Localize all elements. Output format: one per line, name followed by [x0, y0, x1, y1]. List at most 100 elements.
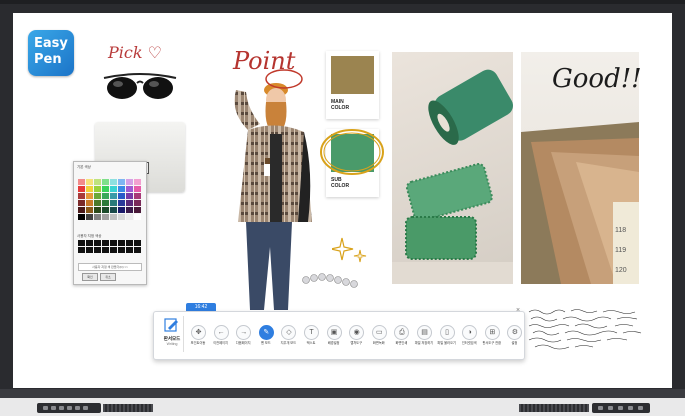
color-swatch[interactable]: [102, 207, 109, 213]
color-swatch[interactable]: [86, 200, 93, 206]
color-swatch[interactable]: [94, 179, 101, 185]
color-swatch[interactable]: [134, 200, 141, 206]
tool-icon: ◇: [281, 325, 297, 340]
custom-color-slot[interactable]: [134, 240, 141, 246]
main-color-swatch: [331, 56, 374, 94]
tool-icon: ▭: [371, 325, 387, 340]
tool-label: 설정: [511, 341, 518, 345]
color-swatch[interactable]: [102, 179, 109, 185]
color-swatch[interactable]: [78, 193, 85, 199]
color-swatch[interactable]: [110, 186, 117, 192]
color-swatch[interactable]: [134, 193, 141, 199]
custom-color-grid[interactable]: [78, 240, 141, 253]
bracelet-image: [302, 273, 358, 288]
custom-color-slot[interactable]: [118, 247, 125, 253]
custom-color-slot[interactable]: [110, 240, 117, 246]
color-swatch[interactable]: [102, 214, 109, 220]
custom-color-slot[interactable]: [134, 247, 141, 253]
color-swatch[interactable]: [118, 179, 125, 185]
tool-button[interactable]: ⚙ 설정: [503, 325, 525, 351]
color-swatch[interactable]: [86, 207, 93, 213]
tool-button[interactable]: ⊞ 판서도구 전환: [481, 325, 503, 351]
color-swatch[interactable]: [94, 200, 101, 206]
color-picker-dialog[interactable]: 기본 색상 사용자 지정 색상 사용자 지정 색 만들기(D) >> 확인 취소: [73, 161, 147, 285]
writing-mode-button[interactable]: 판서모드 Writing: [160, 318, 184, 352]
heart-doodle-icon: ♡: [142, 43, 162, 62]
color-swatch[interactable]: [126, 214, 133, 220]
custom-color-slot[interactable]: [118, 240, 125, 246]
custom-color-slot[interactable]: [86, 247, 93, 253]
color-swatch[interactable]: [118, 214, 125, 220]
color-swatch[interactable]: [126, 179, 133, 185]
tool-button[interactable]: ⎙ 화면인쇄: [390, 325, 412, 351]
tool-button[interactable]: ◉ 캡처도구: [345, 325, 367, 351]
custom-color-slot[interactable]: [126, 247, 133, 253]
tool-button[interactable]: ▯ 파일 불러오기: [436, 325, 458, 351]
svg-text:118: 118: [615, 227, 626, 234]
color-swatch[interactable]: [134, 207, 141, 213]
ok-button[interactable]: 확인: [82, 273, 98, 281]
tool-button[interactable]: ← 이전페이지: [210, 325, 232, 351]
color-swatch[interactable]: [110, 207, 117, 213]
color-swatch[interactable]: [86, 186, 93, 192]
front-ports-left[interactable]: [37, 403, 101, 413]
color-swatch[interactable]: [110, 179, 117, 185]
tool-icon: ⎙: [394, 325, 410, 340]
custom-color-slot[interactable]: [78, 240, 85, 246]
color-swatch[interactable]: [78, 186, 85, 192]
thread-spools-photo: [392, 52, 513, 284]
custom-color-slot[interactable]: [78, 247, 85, 253]
tool-button[interactable]: ◇ 지우개 모드: [277, 325, 299, 351]
basic-color-grid[interactable]: [78, 179, 141, 220]
color-swatch[interactable]: [94, 193, 101, 199]
color-swatch[interactable]: [78, 207, 85, 213]
color-swatch[interactable]: [78, 200, 85, 206]
color-swatch[interactable]: [126, 207, 133, 213]
color-swatch[interactable]: [118, 207, 125, 213]
cancel-button[interactable]: 취소: [100, 273, 116, 281]
custom-color-slot[interactable]: [102, 247, 109, 253]
color-swatch[interactable]: [86, 179, 93, 185]
tool-button[interactable]: ✎ 펜 모드: [255, 325, 277, 351]
color-swatch[interactable]: [110, 193, 117, 199]
color-swatch[interactable]: [102, 193, 109, 199]
color-swatch[interactable]: [134, 179, 141, 185]
custom-color-slot[interactable]: [126, 240, 133, 246]
color-swatch[interactable]: [126, 186, 133, 192]
custom-color-slot[interactable]: [110, 247, 117, 253]
pick-handwriting: Pick ♡: [108, 43, 162, 62]
custom-color-slot[interactable]: [94, 247, 101, 253]
color-swatch[interactable]: [94, 186, 101, 192]
tool-button[interactable]: ✥ 포인트이동: [187, 325, 209, 351]
tool-button[interactable]: ▤ 파일 저장하기: [413, 325, 435, 351]
color-swatch[interactable]: [102, 200, 109, 206]
tool-button[interactable]: ▣ 배경설정: [323, 325, 345, 351]
tool-icon: ▤: [417, 325, 432, 340]
color-swatch[interactable]: [110, 200, 117, 206]
color-swatch[interactable]: [118, 186, 125, 192]
color-swatch[interactable]: [134, 186, 141, 192]
color-swatch[interactable]: [94, 214, 101, 220]
tool-button[interactable]: → 다음페이지: [232, 325, 254, 351]
front-buttons-right[interactable]: [592, 403, 650, 413]
custom-color-slot[interactable]: [102, 240, 109, 246]
tool-button[interactable]: ◑ 인터넷검색: [458, 325, 480, 351]
define-custom-colors-button[interactable]: 사용자 지정 색 만들기(D) >>: [78, 263, 142, 271]
color-swatch[interactable]: [118, 200, 125, 206]
color-swatch[interactable]: [126, 200, 133, 206]
custom-color-slot[interactable]: [94, 240, 101, 246]
color-swatch[interactable]: [94, 207, 101, 213]
color-swatch[interactable]: [102, 186, 109, 192]
color-swatch[interactable]: [86, 193, 93, 199]
color-swatch[interactable]: [110, 214, 117, 220]
tool-button[interactable]: T 텍스트: [300, 325, 322, 351]
color-swatch[interactable]: [78, 179, 85, 185]
tool-button[interactable]: ▭ 화면녹화: [368, 325, 390, 351]
color-swatch[interactable]: [126, 193, 133, 199]
color-swatch[interactable]: [86, 214, 93, 220]
close-toolbar-icon[interactable]: ×: [514, 307, 522, 315]
custom-color-slot[interactable]: [86, 240, 93, 246]
color-swatch[interactable]: [78, 214, 85, 220]
color-swatch[interactable]: [118, 193, 125, 199]
color-swatch[interactable]: [134, 214, 141, 220]
